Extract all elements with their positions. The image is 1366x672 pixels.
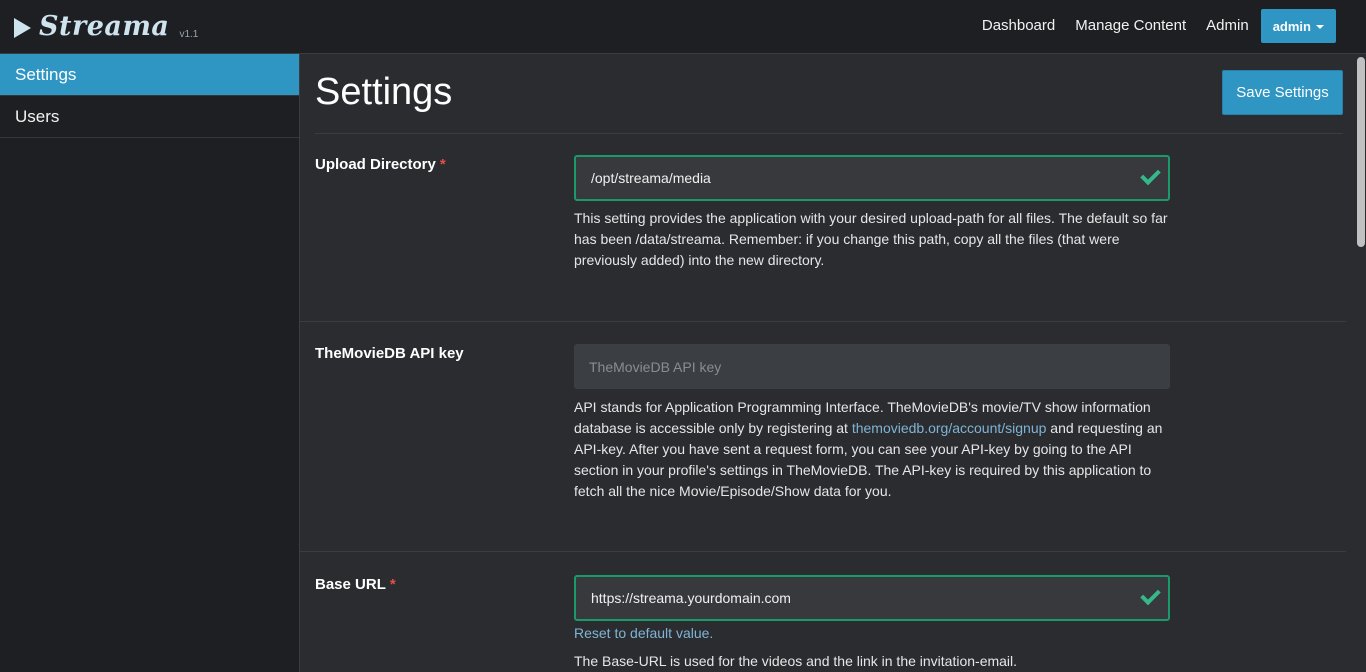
required-marker: * — [439, 156, 446, 173]
upload-directory-input[interactable]: /opt/streama/media — [574, 155, 1170, 201]
divider — [300, 551, 1346, 552]
input-value: https://streama.yourdomain.com — [591, 590, 791, 606]
main-content: Settings Save Settings Upload Directory *… — [300, 54, 1356, 672]
setting-upload-directory: Upload Directory * /opt/streama/media Thi… — [310, 155, 1346, 326]
save-settings-button[interactable]: Save Settings — [1222, 70, 1343, 115]
top-navbar: Streama v1.1 Dashboard Manage Content Ad… — [0, 0, 1366, 54]
base-url-input[interactable]: https://streama.yourdomain.com — [574, 575, 1170, 621]
check-icon — [1140, 584, 1161, 606]
brand-version: v1.1 — [179, 29, 199, 40]
sidebar-item-users[interactable]: Users — [0, 96, 299, 138]
play-icon — [14, 18, 31, 38]
divider — [300, 321, 1346, 322]
sidebar-item-settings[interactable]: Settings — [0, 54, 299, 96]
nav-admin[interactable]: Admin — [1206, 9, 1249, 43]
field-help-text: API stands for Application Programming I… — [574, 399, 1163, 499]
field-label: Upload Directory * — [315, 156, 446, 173]
brand-name: Streama — [39, 11, 170, 42]
divider — [315, 133, 1343, 134]
check-icon — [1140, 164, 1161, 186]
user-menu-button[interactable]: admin — [1260, 9, 1336, 43]
reset-default-link[interactable]: Reset to default value. — [574, 623, 1174, 644]
nav-dashboard[interactable]: Dashboard — [982, 9, 1055, 43]
field-help-text: This setting provides the application wi… — [574, 210, 1168, 268]
nav-manage-content[interactable]: Manage Content — [1075, 9, 1186, 43]
setting-tmdb-api-key: TheMovieDB API key TheMovieDB API key AP… — [310, 344, 1346, 545]
scrollbar-thumb[interactable] — [1357, 57, 1365, 247]
field-label: TheMovieDB API key — [315, 345, 464, 362]
user-menu-label: admin — [1272, 18, 1311, 34]
required-marker: * — [389, 576, 396, 593]
field-help-text: The Base-URL is used for the videos and … — [574, 653, 1018, 669]
sidebar: Settings Users — [0, 54, 300, 672]
page-scrollbar[interactable] — [1356, 54, 1366, 672]
setting-base-url: Base URL * https://streama.yourdomain.com… — [310, 575, 1346, 672]
main-nav: Dashboard Manage Content Admin admin — [962, 9, 1336, 43]
caret-down-icon — [1316, 25, 1324, 29]
page-title: Settings — [315, 71, 453, 113]
input-placeholder: TheMovieDB API key — [589, 358, 722, 375]
input-value: /opt/streama/media — [591, 170, 711, 186]
tmdb-api-key-input[interactable]: TheMovieDB API key — [574, 344, 1170, 389]
field-label: Base URL * — [315, 576, 396, 593]
tmdb-signup-link[interactable]: themoviedb.org/account/signup — [852, 420, 1047, 436]
brand-logo[interactable]: Streama v1.1 — [14, 10, 198, 44]
sidebar-item-label: Users — [15, 107, 60, 126]
sidebar-item-label: Settings — [15, 65, 77, 84]
